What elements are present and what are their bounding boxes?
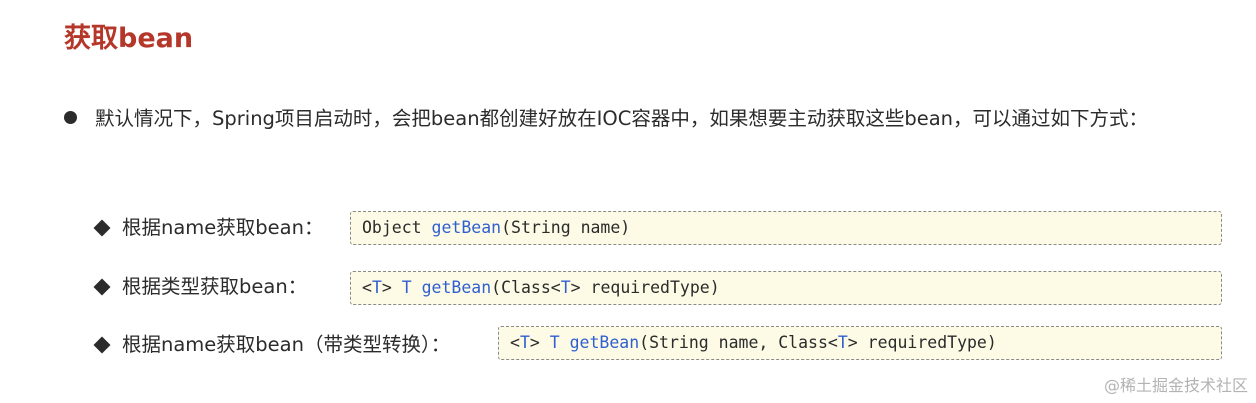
method-row-by-name-and-type: 根据name获取bean（带类型转换）： [92,327,450,363]
method-label: 根据类型获取bean： [122,275,308,298]
code-token: > requiredType) [570,278,720,297]
diamond-bullet-icon [93,219,111,237]
code-type-param: T [401,278,412,297]
method-row-by-type: 根据类型获取bean： [92,269,307,305]
code-token: (Class< [491,278,561,297]
diamond-bullet-icon [93,278,111,296]
code-token: > requiredType) [847,333,997,352]
section-title: 获取bean [64,23,194,54]
code-token: (String name, Class< [639,333,838,352]
code-type-param: T [560,278,571,297]
code-method-name: getBean [431,218,502,237]
code-token: > [381,278,402,297]
intro-paragraph: 默认情况下，Spring项目启动时，会把bean都创建好放在IOC容器中，如果想… [95,107,1149,130]
code-type-param: T [519,333,530,352]
code-token: Object [362,218,432,237]
code-token: (String name) [501,218,631,237]
method-label: 根据name获取bean（带类型转换）： [122,333,451,356]
code-snippet-getbean-by-name-and-type: <T> T getBean(String name, Class<T> requ… [498,326,1222,360]
method-row-by-name: 根据name获取bean： [92,210,323,246]
diamond-bullet-icon [93,336,111,354]
code-token: > [529,333,550,352]
code-type-param: T [837,333,848,352]
code-snippet-getbean-by-name: Object getBean(String name) [350,211,1222,245]
code-token: < [510,333,520,352]
code-snippet-getbean-by-type: <T> T getBean(Class<T> requiredType) [350,271,1222,305]
method-label: 根据name获取bean： [122,216,324,239]
watermark-text: @稀土掘金技术社区 [1103,376,1248,395]
code-token: < [362,278,372,297]
code-method-name: getBean [569,333,640,352]
code-type-param: T [549,333,560,352]
code-type-param: T [371,278,382,297]
bullet-dot-icon [64,111,77,124]
code-method-name: getBean [421,278,492,297]
